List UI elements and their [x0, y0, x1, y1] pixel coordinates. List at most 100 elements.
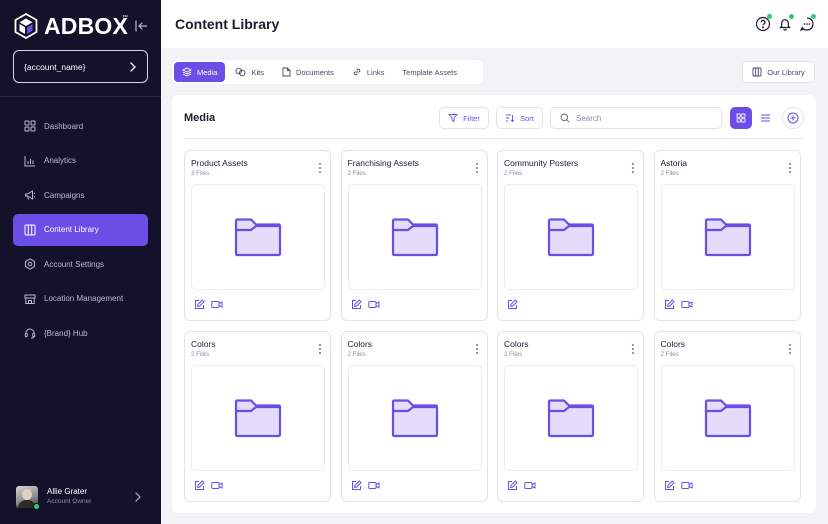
sidebar-item-brand-hub[interactable]: {Brand} Hub	[13, 317, 148, 349]
media-folder-card[interactable]: Community Posters 2 Files	[497, 150, 644, 321]
media-grid: Product Assets 3 Files Franchising Asset…	[184, 150, 801, 502]
sidebar-item-label: Account Settings	[44, 259, 105, 269]
media-folder-card[interactable]: Franchising Assets 2 Files	[340, 150, 488, 321]
folder-title: Astoria	[660, 158, 687, 168]
folder-thumbnail[interactable]	[504, 184, 638, 290]
media-folder-card[interactable]: Colors 2 Files	[497, 331, 644, 502]
more-options-icon[interactable]	[787, 343, 793, 355]
folder-thumbnail[interactable]	[191, 184, 325, 290]
media-folder-card[interactable]: Colors 2 Files	[184, 331, 331, 502]
help-notification-dot	[767, 14, 772, 19]
folder-icon	[234, 217, 282, 256]
sidebar-item-campaigns[interactable]: Campaigns	[13, 179, 148, 211]
more-options-icon[interactable]	[317, 162, 323, 174]
tab-links[interactable]: Links	[344, 62, 393, 82]
folder-title: Community Posters	[504, 158, 579, 168]
video-icon[interactable]	[680, 480, 693, 491]
video-icon[interactable]	[211, 480, 223, 491]
sort-button[interactable]: Sort	[496, 107, 543, 129]
search-input[interactable]	[576, 113, 716, 123]
tab-kits[interactable]: Kits	[227, 62, 272, 82]
folder-icon	[547, 217, 595, 256]
add-button[interactable]	[782, 107, 804, 129]
user-profile[interactable]: Allie Grater Account Owner	[16, 485, 146, 510]
video-icon[interactable]	[367, 299, 380, 310]
video-icon[interactable]	[367, 480, 380, 491]
folder-thumbnail[interactable]	[347, 365, 482, 471]
list-view-icon	[760, 114, 770, 122]
more-options-icon[interactable]	[474, 162, 480, 174]
search-icon	[560, 113, 570, 123]
more-options-icon[interactable]	[474, 343, 480, 355]
grid-icon	[24, 120, 36, 132]
card-actions	[351, 480, 380, 491]
sort-icon	[506, 114, 515, 123]
folder-icon	[391, 398, 438, 437]
our-library-button[interactable]: Our Library	[742, 61, 815, 83]
logo[interactable]: ADBOX ™	[14, 12, 128, 40]
grid-view-button[interactable]	[730, 107, 752, 129]
more-options-icon[interactable]	[630, 343, 636, 355]
sidebar-item-label: {Brand} Hub	[44, 328, 88, 338]
folder-thumbnail[interactable]	[660, 184, 795, 290]
video-icon[interactable]	[524, 480, 536, 491]
edit-icon[interactable]	[351, 480, 362, 491]
sidebar-item-analytics[interactable]: Analytics	[13, 145, 148, 177]
card-actions	[351, 299, 380, 310]
media-folder-card[interactable]: Colors 2 Files	[340, 331, 488, 502]
media-folder-card[interactable]: Product Assets 3 Files	[184, 150, 331, 321]
more-options-icon[interactable]	[787, 162, 793, 174]
sidebar-item-dashboard[interactable]: Dashboard	[13, 110, 148, 142]
folder-thumbnail[interactable]	[191, 365, 325, 471]
more-options-icon[interactable]	[630, 162, 636, 174]
edit-icon[interactable]	[351, 299, 362, 310]
list-view-button[interactable]	[754, 107, 776, 129]
edit-icon[interactable]	[507, 299, 518, 310]
sidebar-nav: Dashboard Analytics Campaigns Content Li…	[13, 110, 148, 352]
edit-icon[interactable]	[194, 299, 205, 310]
video-icon[interactable]	[680, 299, 693, 310]
layers-icon	[182, 67, 192, 77]
account-selector[interactable]: {account_name}	[13, 50, 148, 83]
filter-icon	[448, 114, 459, 123]
tab-label: Media	[197, 67, 218, 77]
chevron-right-icon[interactable]	[134, 492, 142, 502]
folder-thumbnail[interactable]	[660, 365, 795, 471]
library-tabs-bar: Media Kits Documents Links Template Asse…	[172, 60, 483, 84]
edit-icon[interactable]	[194, 480, 205, 491]
tab-template-assets[interactable]: Template Assets	[394, 62, 465, 82]
folder-icon	[234, 398, 282, 437]
top-header: Content Library	[161, 0, 828, 48]
filter-label: Filter	[463, 113, 480, 123]
folder-file-count: 2 Files	[504, 351, 523, 358]
collapse-sidebar-icon[interactable]	[133, 18, 149, 34]
library-tabs: Media Kits Documents Links Template Asse…	[172, 60, 483, 84]
tab-documents[interactable]: Documents	[274, 62, 342, 82]
edit-icon[interactable]	[507, 480, 518, 491]
tab-label: Documents	[295, 67, 334, 77]
tab-media[interactable]: Media	[174, 62, 226, 82]
folder-thumbnail[interactable]	[347, 184, 482, 290]
media-folder-card[interactable]: Astoria 2 Files	[653, 150, 801, 321]
video-icon[interactable]	[211, 299, 223, 310]
folder-title: Colors	[504, 339, 529, 349]
folder-title: Colors	[191, 339, 216, 349]
user-name: Allie Grater	[47, 487, 88, 496]
folder-icon	[704, 217, 751, 256]
bell-notification-dot	[789, 14, 794, 19]
folder-file-count: 2 Files	[191, 351, 210, 358]
tab-label: Kits	[251, 67, 264, 77]
sidebar-item-content-library[interactable]: Content Library	[13, 213, 148, 246]
filter-button[interactable]: Filter	[439, 107, 489, 129]
folder-thumbnail[interactable]	[504, 365, 638, 471]
sidebar-item-account-settings[interactable]: Account Settings	[13, 248, 148, 280]
media-folder-card[interactable]: Colors 2 Files	[653, 331, 801, 502]
edit-icon[interactable]	[664, 480, 675, 491]
store-icon	[24, 294, 36, 304]
search-box	[550, 107, 722, 129]
edit-icon[interactable]	[664, 299, 675, 310]
folder-file-count: 3 Files	[191, 170, 210, 177]
chevron-right-icon	[130, 61, 136, 72]
more-options-icon[interactable]	[317, 343, 323, 355]
sidebar-item-location-management[interactable]: Location Management	[13, 283, 148, 315]
